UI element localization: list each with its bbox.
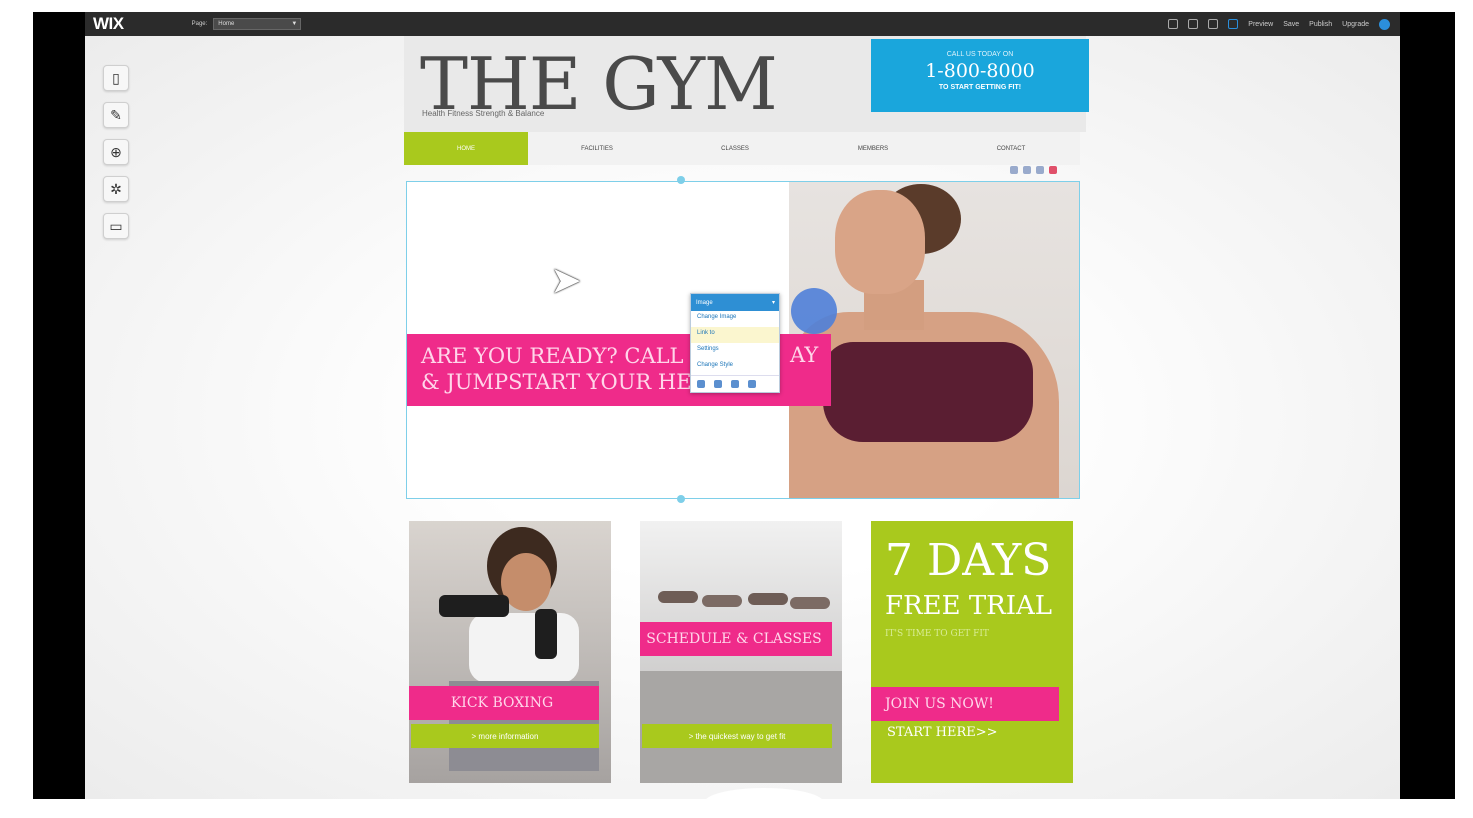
resize-handle-bottom[interactable] (677, 495, 685, 503)
trial-tagline: IT'S TIME TO GET FIT (885, 629, 989, 639)
start-here-link[interactable]: START HERE>> (887, 725, 998, 740)
nav-item-classes[interactable]: CLASSES (666, 132, 804, 165)
mouse-cursor-icon: ➤ (550, 260, 582, 302)
zoom-icon[interactable] (1188, 19, 1199, 29)
photo-sports-top (823, 342, 1033, 442)
hero-photo (789, 182, 1079, 498)
page-select-value: Home (218, 21, 235, 27)
page-label: Page: (191, 21, 208, 27)
card-more-link[interactable]: > the quickest way to get fit (642, 724, 832, 748)
nav-item-home[interactable]: HOME (404, 132, 528, 165)
photo-glove-right (535, 609, 557, 659)
preview-button[interactable]: Preview (1248, 21, 1273, 28)
site-tagline[interactable]: Health Fitness Strength & Balance (422, 109, 544, 118)
card-more-link[interactable]: > more information (411, 724, 599, 748)
free-trial-card[interactable]: 7 DAYS FREE TRIAL IT'S TIME TO GET FIT J… (871, 521, 1073, 783)
photo-top (469, 613, 579, 683)
photo-dumbbell (791, 288, 837, 334)
photo-figure (790, 597, 830, 609)
site-header: THE GYM Health Fitness Strength & Balanc… (404, 36, 1089, 132)
kick-boxing-card[interactable]: KICK BOXING > more information (409, 521, 611, 783)
selection-tools (1010, 166, 1057, 174)
cta-phone: 1-800-8000 (925, 60, 1035, 82)
wix-logo: WIX (93, 14, 124, 33)
chevron-down-icon: ▾ (771, 300, 775, 306)
save-button[interactable]: Save (1283, 21, 1299, 28)
add-icon[interactable]: ⊕ (103, 139, 129, 165)
photo-figure (702, 595, 742, 607)
photo-face (835, 190, 925, 294)
editor-topbar: WIX Page: Home ▼ Preview Save Publish Up… (85, 12, 1400, 36)
settings-icon[interactable]: ✲ (103, 176, 129, 202)
cta-line3: TO START GETTING FIT! (938, 84, 1022, 91)
nav-item-contact[interactable]: CONTACT (942, 132, 1080, 165)
cta-line1: CALL US TODAY ON (946, 51, 1014, 58)
layers-icon[interactable] (731, 380, 739, 388)
card-band[interactable]: KICK BOXING (409, 686, 599, 720)
menu-item-change-image[interactable]: Change Image (691, 311, 779, 327)
trash-icon[interactable] (748, 380, 756, 388)
call-us-box[interactable]: CALL US TODAY ON 1-800-8000 TO START GET… (871, 39, 1089, 112)
design-icon[interactable]: ✎ (103, 102, 129, 128)
panel-icon[interactable]: ▭ (103, 213, 129, 239)
hero-banner-right: AY (790, 343, 819, 367)
publish-button[interactable]: Publish (1309, 21, 1332, 28)
chat-icon[interactable] (1010, 166, 1018, 174)
bottom-scroll-tab (704, 788, 824, 818)
help-icon[interactable] (1379, 18, 1390, 30)
upgrade-button[interactable]: Upgrade (1342, 21, 1369, 28)
menu-item-link-to[interactable]: Link to (691, 327, 779, 343)
image-context-menu: Image ▾ Change Image Link to Settings Ch… (690, 293, 780, 393)
resize-handle-top[interactable] (677, 176, 685, 184)
photo-figure (658, 591, 698, 603)
card-band[interactable]: JOIN US NOW! (871, 687, 1059, 721)
page-icon[interactable]: ▯ (103, 65, 129, 91)
chevron-down-icon: ▼ (291, 21, 298, 27)
page-select[interactable]: Home ▼ (213, 18, 302, 30)
site-nav: HOME FACILITIES CLASSES MEMBERS CONTACT (404, 132, 1080, 165)
comment-icon[interactable] (697, 380, 705, 388)
schedule-card[interactable]: SCHEDULE & CLASSES > the quickest way to… (640, 521, 842, 783)
arrow-up-icon[interactable] (1036, 166, 1044, 174)
left-toolbar: ▯ ✎ ⊕ ✲ ▭ (103, 65, 131, 250)
delete-icon[interactable] (1049, 166, 1057, 174)
topbar-actions: Preview Save Publish Upgrade (1168, 18, 1390, 30)
chat-icon[interactable] (1168, 19, 1179, 29)
context-menu-title: Image (696, 299, 713, 306)
duplicate-icon[interactable] (714, 380, 722, 388)
photo-figure (748, 593, 788, 605)
menu-item-settings[interactable]: Settings (691, 343, 779, 359)
trial-heading: 7 DAYS (885, 535, 1052, 586)
mobile-icon[interactable] (1228, 19, 1239, 29)
context-menu-header[interactable]: Image ▾ (691, 294, 779, 311)
grid-icon[interactable] (1208, 19, 1219, 29)
context-menu-icons (691, 375, 779, 392)
photo-glove (439, 595, 509, 617)
trial-subheading: FREE TRIAL (885, 591, 1053, 621)
copy-icon[interactable] (1023, 166, 1031, 174)
menu-item-change-style[interactable]: Change Style (691, 359, 779, 375)
nav-item-facilities[interactable]: FACILITIES (528, 132, 666, 165)
nav-item-members[interactable]: MEMBERS (804, 132, 942, 165)
card-band[interactable]: SCHEDULE & CLASSES (640, 622, 832, 656)
